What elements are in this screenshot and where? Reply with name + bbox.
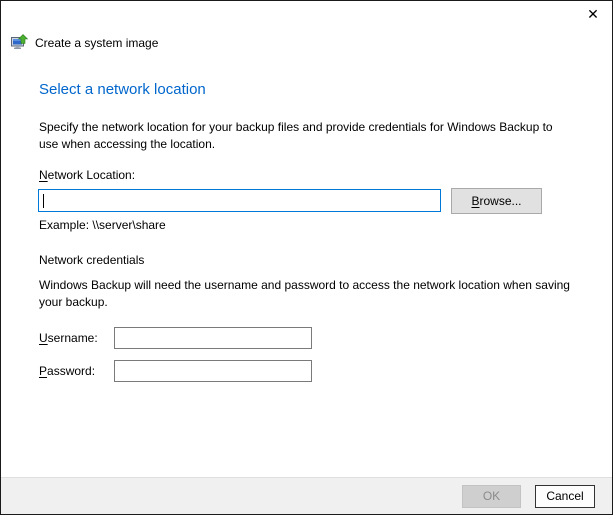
text-caret (43, 194, 44, 208)
create-system-image-dialog: ✕ Create a system image Select a network… (0, 0, 613, 515)
browse-button[interactable]: Browse... (451, 188, 542, 214)
username-label: Username: (39, 331, 98, 345)
footer-bar: OK Cancel (1, 477, 612, 514)
close-icon: ✕ (587, 6, 599, 22)
username-field[interactable] (114, 327, 312, 349)
page-title: Select a network location (39, 81, 206, 98)
network-location-label-rest: etwork Location: (48, 168, 135, 182)
cancel-button[interactable]: Cancel (535, 485, 595, 508)
password-label-rest: assword: (47, 364, 95, 378)
title-row: Create a system image (11, 34, 158, 51)
credentials-heading: Network credentials (39, 253, 144, 267)
password-label-mnemonic: P (39, 364, 47, 378)
username-label-rest: sername: (48, 331, 98, 345)
intro-text: Specify the network location for your ba… (39, 119, 589, 153)
password-field[interactable] (114, 360, 312, 382)
network-location-label: Network Location: (39, 168, 135, 182)
example-text: Example: \\server\share (39, 218, 166, 232)
ok-button[interactable]: OK (462, 485, 521, 508)
close-button[interactable]: ✕ (582, 4, 604, 24)
password-label: Password: (39, 364, 95, 378)
browse-button-mnemonic: B (471, 194, 479, 208)
username-label-mnemonic: U (39, 331, 48, 345)
window-title: Create a system image (35, 36, 158, 50)
network-location-label-mnemonic: N (39, 168, 48, 182)
network-location-input[interactable] (39, 190, 440, 211)
credentials-description: Windows Backup will need the username an… (39, 277, 589, 311)
browse-button-rest: rowse... (480, 194, 522, 208)
system-image-icon (11, 34, 29, 51)
network-location-input-wrap (38, 189, 441, 212)
